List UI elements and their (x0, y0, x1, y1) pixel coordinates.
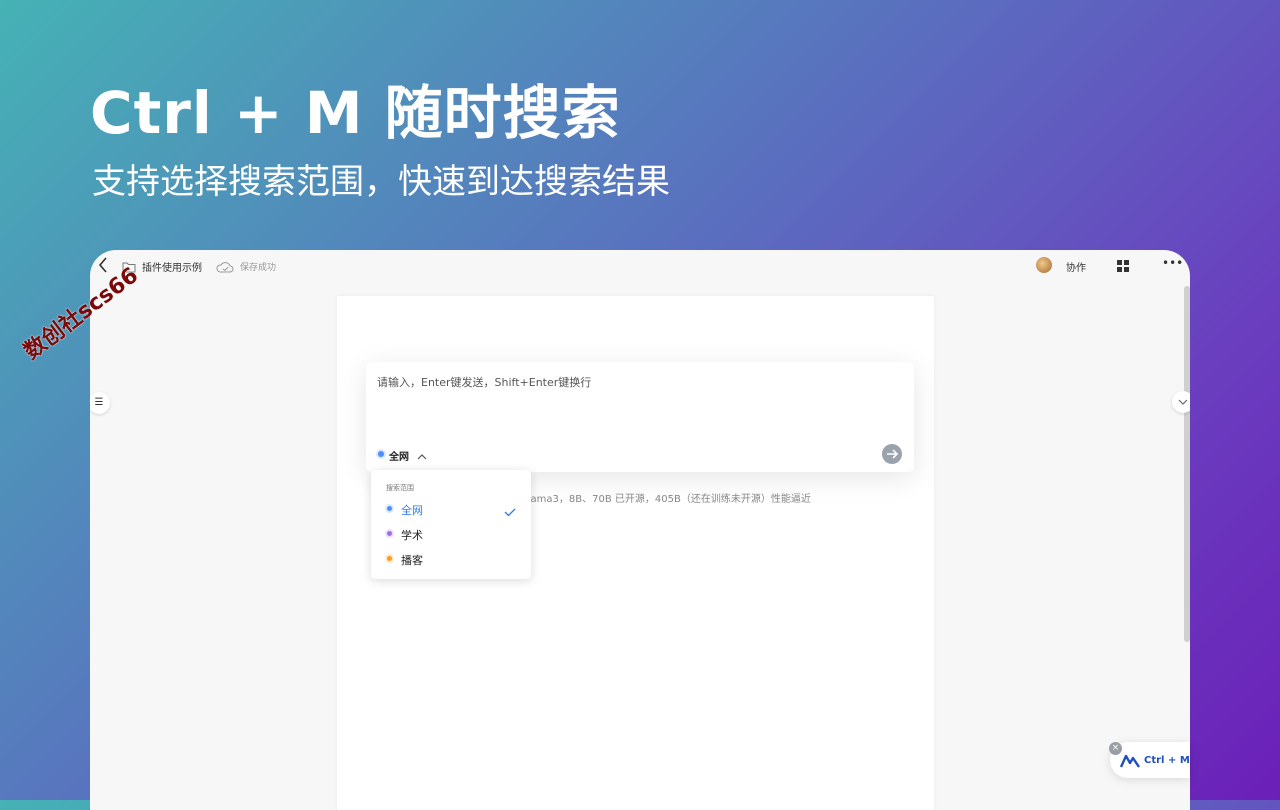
cloud-icon (216, 258, 234, 277)
search-panel: 请输入，Enter键发送，Shift+Enter键换行 全网 (366, 362, 914, 472)
scope-dot-icon (387, 556, 392, 561)
shortcut-badge[interactable]: Ctrl + M (1110, 742, 1190, 778)
more-icon[interactable]: ••• (1162, 256, 1183, 270)
hero-title: Ctrl + M 随时搜索 (90, 79, 621, 147)
dropdown-item-label: 播客 (401, 554, 423, 567)
dropdown-header: 搜索范围 (386, 484, 414, 492)
logo-icon (1119, 753, 1140, 772)
topbar: 插件使用示例 保存成功 协作 ••• (90, 250, 1190, 280)
check-icon (504, 503, 516, 522)
chevron-up-icon[interactable] (416, 448, 428, 467)
send-button[interactable] (882, 444, 902, 464)
dropdown-item-label: 学术 (401, 529, 423, 542)
dropdown-item-web[interactable]: 全网 (371, 498, 531, 520)
scrollbar[interactable] (1184, 286, 1190, 642)
scope-dot-icon (387, 506, 392, 511)
save-status: 保存成功 (240, 263, 277, 273)
shortcut-label: Ctrl + M (1144, 755, 1190, 766)
hero-subtitle: 支持选择搜索范围，快速到达搜索结果 (92, 162, 670, 202)
collapse-toggle[interactable] (1172, 391, 1190, 413)
scope-selector[interactable]: 全网 (389, 448, 409, 463)
dropdown-item-label: 全网 (401, 504, 423, 517)
collab-button[interactable]: 协作 (1066, 259, 1086, 274)
document-text: 型 Llama3，8B、70B 已开源，405B（还在训练未开源）性能逼近 (509, 494, 811, 505)
grid-icon[interactable] (1116, 258, 1130, 277)
scope-dot-icon (387, 531, 392, 536)
avatar[interactable] (1036, 257, 1052, 273)
dropdown-item-academic[interactable]: 学术 (371, 523, 531, 545)
document-name[interactable]: 插件使用示例 (142, 259, 202, 274)
arrow-right-icon (887, 449, 899, 459)
dropdown-item-podcast[interactable]: 播客 (371, 548, 531, 570)
outline-toggle-icon[interactable]: ☰ (90, 392, 110, 414)
close-icon[interactable]: × (1109, 742, 1122, 755)
chevron-down-icon (1178, 399, 1188, 405)
scope-dropdown: 搜索范围 全网 学术 播客 (371, 470, 531, 579)
app-window: 插件使用示例 保存成功 协作 ••• ☰ 型 Llama3，8B、70B 已开源… (90, 250, 1190, 810)
scope-dot-icon (378, 451, 384, 457)
search-input[interactable]: 请输入，Enter键发送，Shift+Enter键换行 (377, 374, 591, 390)
